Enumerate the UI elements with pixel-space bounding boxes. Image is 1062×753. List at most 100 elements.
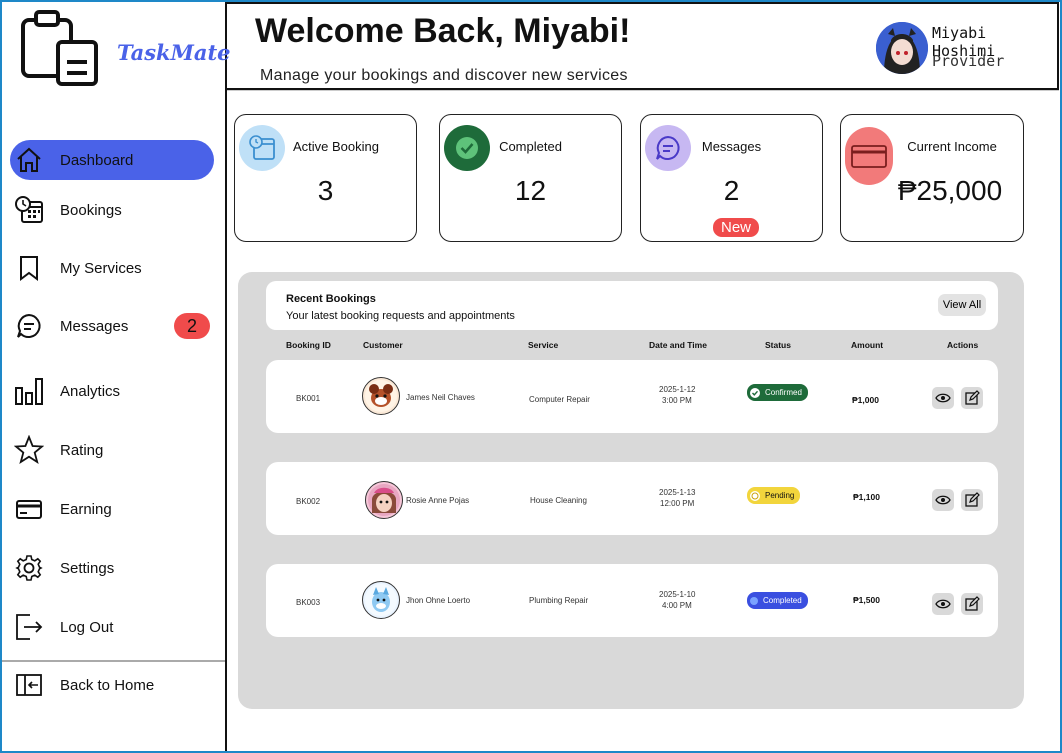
customer-avatar [362,377,400,415]
customer-name: James Neil Chaves [406,393,475,402]
stat-label: Completed [499,139,562,154]
messages-count-badge: 2 [174,313,210,339]
sidebar-item-label: Analytics [60,382,121,400]
booking-time: 12:00 PM [660,499,695,508]
edit-icon[interactable] [961,387,983,409]
stat-value: 2 [723,175,740,206]
recent-bookings-panel: Recent Bookings Your latest booking requ… [238,272,1024,709]
booking-time: 4:00 PM [662,601,692,610]
status-label: Confirmed [765,388,802,397]
status-label: Completed [763,596,802,605]
stat-label: Current Income [907,139,997,154]
chat-icon [14,311,44,341]
booking-id: BK002 [296,497,321,506]
check-icon [750,387,760,398]
service-name: Computer Repair [529,395,590,404]
sidebar-item-label: Settings [60,559,115,577]
table-row[interactable]: BK003 Jhon Ohne Loerto Plumbing Repair 2… [266,564,998,637]
booking-amount: ₱1,100 [853,492,880,502]
sidebar-item-label: Messages [60,317,129,335]
booking-time: 3:00 PM [662,396,692,405]
edit-icon[interactable] [961,593,983,615]
app-logo-text: TaskMate [117,40,231,65]
view-eye-icon[interactable] [932,387,954,409]
stat-label: Messages [701,139,762,154]
sidebar-item-rating[interactable]: Rating [10,430,214,470]
service-name: House Cleaning [530,496,587,505]
status-badge: Pending [747,487,801,504]
booking-date: 2025-1-10 [659,590,696,599]
column-header-customer: Customer [363,340,403,350]
service-name: Plumbing Repair [529,596,589,605]
booking-date: 2025-1-13 [659,488,696,497]
sidebar-item-label: Log Out [60,618,114,636]
avatar[interactable] [876,22,928,74]
view-eye-icon[interactable] [932,489,954,511]
booking-id: BK003 [296,598,321,607]
view-eye-icon[interactable] [932,593,954,615]
customer-avatar [365,481,403,519]
sidebar-item-label: My Services [60,259,142,277]
stat-card-completed[interactable]: Completed 12 [439,114,622,242]
status-badge: Completed [747,592,808,609]
column-header-service: Service [528,340,559,350]
customer-name: Jhon Ohne Loerto [406,596,471,605]
booking-amount: ₱1,500 [853,595,880,605]
gear-icon [14,553,44,583]
edit-icon[interactable] [961,489,983,511]
booking-date: 2025-1-12 [659,385,696,394]
stat-value: 3 [317,175,334,206]
table-row[interactable]: BK001 James Neil Chaves Computer Repair … [266,360,998,433]
column-header-booking-id: Booking ID [286,340,331,350]
recent-bookings-header: Recent Bookings Your latest booking requ… [266,281,998,330]
sidebar-item-logout[interactable]: Log Out [10,607,214,647]
sidebar-item-bookings[interactable]: Bookings [10,190,214,230]
table-row[interactable]: BK002 Rosie Anne Pojas House Cleaning 20… [266,462,998,535]
stat-card-messages[interactable]: Messages 2 New [640,114,823,242]
sidebar-item-earning[interactable]: Earning [10,489,214,529]
column-header-actions: Actions [947,340,979,350]
calendar-clock-icon [14,195,44,225]
status-badge: Confirmed [747,384,808,401]
sidebar-item-my-services[interactable]: My Services [10,248,214,288]
page-subtitle: Manage your bookings and discover new se… [260,67,628,84]
sidebar-divider [2,660,225,662]
stat-label: Active Booking [293,139,379,154]
stat-card-current-income[interactable]: Current Income ₱25,000 [840,114,1024,242]
credit-card-icon [14,494,44,524]
view-all-button[interactable]: View All [938,294,986,316]
bookmark-icon [14,253,44,283]
clipboard-logo-icon [21,10,98,86]
page-title: Welcome Back, Miyabi! [255,12,631,50]
dot-icon [750,596,758,605]
star-icon [14,435,44,465]
customer-name: Rosie Anne Pojas [406,496,470,505]
sidebar-item-messages[interactable]: Messages 2 [10,306,214,346]
sidebar-item-dashboard[interactable]: Dashboard [10,140,214,180]
stat-value: ₱25,000 [897,175,1003,206]
back-to-home-link[interactable]: Back to Home [10,665,214,705]
section-title: Recent Bookings [286,293,376,305]
customer-avatar [362,581,400,619]
column-header-date-time: Date and Time [649,340,707,350]
column-header-amount: Amount [851,340,884,350]
back-to-home-label: Back to Home [60,676,155,694]
new-badge: New [713,218,759,237]
sidebar-item-analytics[interactable]: Analytics [10,371,214,411]
stat-value: 12 [514,175,547,206]
section-subtitle: Your latest booking requests and appoint… [286,310,515,322]
sidebar-item-label: Rating [60,441,104,459]
booking-amount: ₱1,000 [852,395,879,405]
home-icon [14,145,44,175]
logout-icon [14,612,44,642]
bar-chart-icon [14,376,44,406]
sidebar-item-settings[interactable]: Settings [10,548,214,588]
header-divider [227,90,1059,91]
booking-id: BK001 [296,394,321,403]
sidebar-item-label: Dashboard [60,151,134,169]
column-header-status: Status [765,340,791,350]
sidebar-item-label: Bookings [60,201,122,219]
sidebar: TaskMate Dashboard Bookings My Services … [2,2,231,751]
stat-card-active-booking[interactable]: Active Booking 3 [234,114,417,242]
status-label: Pending [765,491,795,500]
